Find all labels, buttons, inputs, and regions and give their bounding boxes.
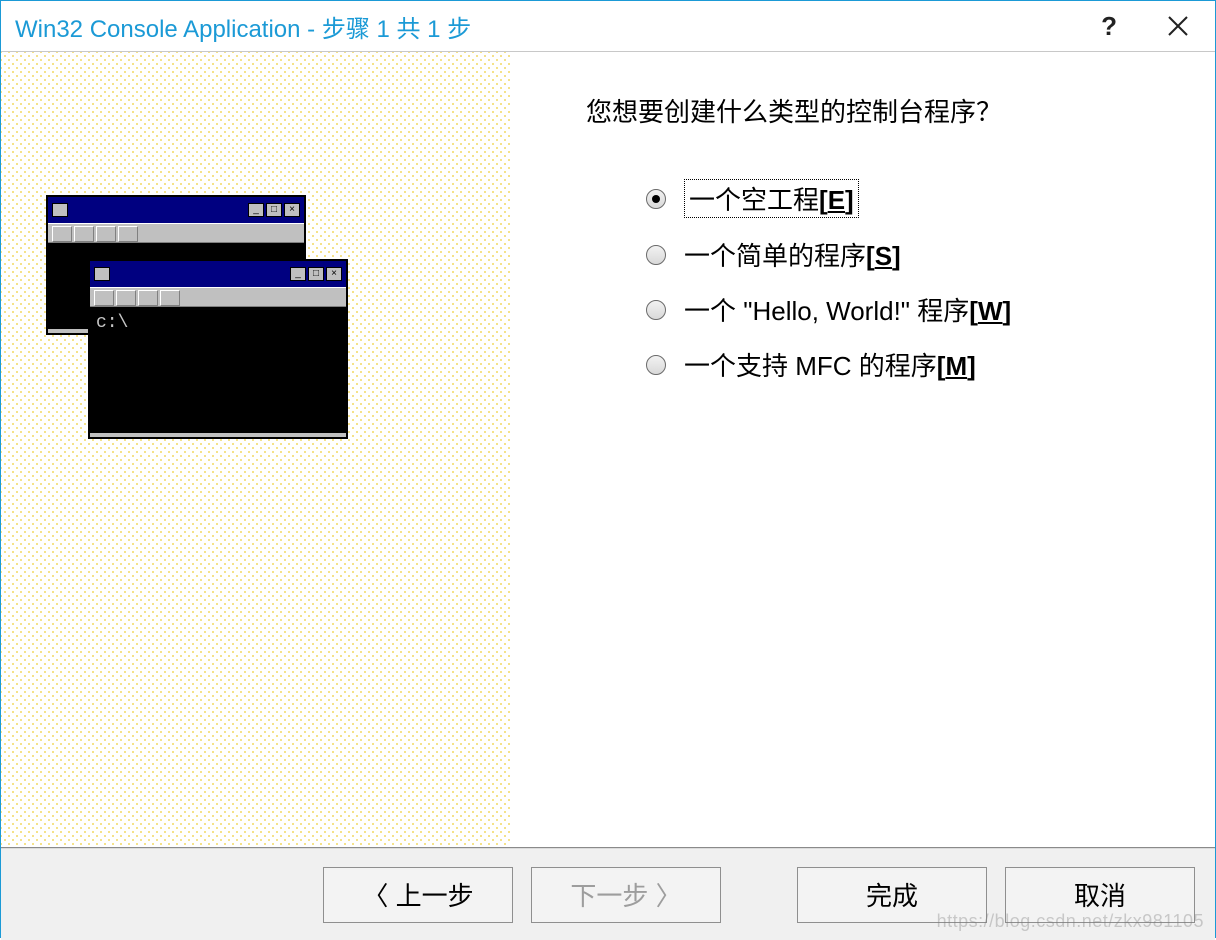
close-icon	[1167, 15, 1189, 37]
console-window-front: _□× c:\	[88, 259, 348, 439]
wizard-question: 您想要创建什么类型的控制台程序？	[586, 92, 1195, 129]
radio-option-helloworld[interactable]: 一个 "Hello, World!" 程序[W]	[646, 291, 1195, 328]
radio-label: 一个支持 MFC 的程序[M]	[684, 346, 976, 383]
close-button[interactable]	[1167, 15, 1189, 37]
options-panel: 您想要创建什么类型的控制台程序？ 一个空工程[E] 一个简单的程序[S] 一个 …	[511, 52, 1215, 846]
wizard-content: _□× _□× c:\ 您想要创建什么类型的控制台程序？ 一个空工程[E]	[1, 52, 1215, 846]
illustration-panel: _□× _□× c:\	[1, 52, 511, 846]
cancel-button[interactable]: 取消	[1005, 867, 1195, 923]
chevron-left-icon: 〈	[362, 876, 395, 913]
radio-option-mfc[interactable]: 一个支持 MFC 的程序[M]	[646, 346, 1195, 383]
project-type-radio-group: 一个空工程[E] 一个简单的程序[S] 一个 "Hello, World!" 程…	[586, 179, 1195, 383]
finish-button[interactable]: 完成	[797, 867, 987, 923]
console-prompt: c:\	[96, 313, 128, 333]
window-title: Win32 Console Application - 步骤 1 共 1 步	[15, 9, 471, 44]
back-button[interactable]: 〈 上一步	[323, 867, 513, 923]
radio-indicator	[646, 355, 666, 375]
titlebar: Win32 Console Application - 步骤 1 共 1 步 ?	[1, 1, 1215, 51]
radio-option-simple[interactable]: 一个简单的程序[S]	[646, 236, 1195, 273]
radio-label: 一个 "Hello, World!" 程序[W]	[684, 291, 1011, 328]
next-button[interactable]: 下一步 〉	[531, 867, 721, 923]
radio-label: 一个空工程[E]	[684, 179, 859, 218]
radio-label: 一个简单的程序[S]	[684, 236, 901, 273]
window-controls: ?	[1101, 13, 1207, 39]
radio-indicator	[646, 245, 666, 265]
radio-indicator	[646, 300, 666, 320]
wizard-footer: 〈 上一步 下一步 〉 完成 取消 https://blog.csdn.net/…	[1, 848, 1215, 940]
help-button[interactable]: ?	[1101, 13, 1117, 39]
chevron-right-icon: 〉	[648, 876, 681, 913]
radio-option-empty[interactable]: 一个空工程[E]	[646, 179, 1195, 218]
radio-indicator	[646, 189, 666, 209]
